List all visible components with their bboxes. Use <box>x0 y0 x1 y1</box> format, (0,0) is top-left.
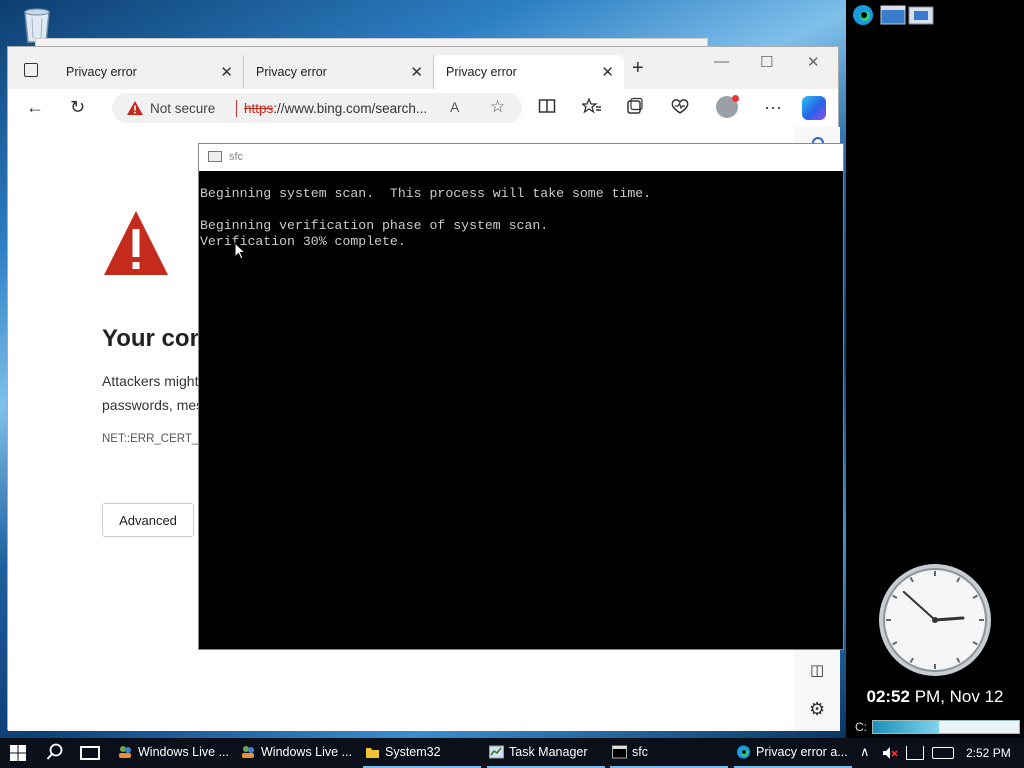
console-icon <box>208 151 222 162</box>
minimize-button[interactable]: — <box>714 53 729 70</box>
favorite-star-icon[interactable]: ☆ <box>490 97 505 117</box>
back-button[interactable]: ← <box>26 97 44 117</box>
edge-icon <box>737 745 750 759</box>
drive-meter-fill <box>873 721 939 733</box>
desktop-window-icon[interactable] <box>880 4 906 26</box>
browser-essentials-icon[interactable] <box>670 97 690 115</box>
chevron-up-icon[interactable]: ∧ <box>860 744 870 760</box>
console-line: Verification 30% complete. <box>200 234 406 249</box>
console-line: Beginning system scan. This process will… <box>200 186 652 201</box>
window-close-button[interactable]: ✕ <box>807 53 820 71</box>
tab-privacy-error-2[interactable]: Privacy error ✕ <box>244 55 434 89</box>
taskbar-item-privacy-error[interactable]: Privacy error a... <box>734 738 852 768</box>
tab-label: Privacy error <box>256 65 327 79</box>
url-text[interactable]: https://www.bing.com/search... <box>244 101 427 116</box>
gear-icon[interactable]: ⚙ <box>809 699 825 720</box>
taskbar-item-windows-live-2[interactable]: Windows Live ... <box>239 738 359 768</box>
maximize-button[interactable]: ☐ <box>760 53 773 71</box>
switch-windows-icon[interactable] <box>908 4 934 26</box>
taskbar: Windows Live ... Windows Live ... System… <box>0 738 1024 768</box>
clock-hour-hand <box>933 616 965 622</box>
refresh-button[interactable]: ↻ <box>70 97 85 117</box>
sidebar-toggle-icon[interactable]: ◫ <box>810 661 824 679</box>
taskbar-item-label: Privacy error a... <box>756 745 848 759</box>
new-tab-button[interactable]: + <box>632 57 644 80</box>
address-divider <box>236 100 237 117</box>
search-icon[interactable] <box>46 743 64 761</box>
clock-gadget <box>879 564 991 676</box>
drive-meter-label: C: <box>855 720 867 734</box>
taskbar-item-label: Windows Live ... <box>138 745 230 759</box>
folder-icon <box>366 748 379 758</box>
taskbar-item-label: sfc <box>632 745 648 759</box>
console-output[interactable]: Beginning system scan. This process will… <box>200 186 651 250</box>
tab-privacy-error-active[interactable]: Privacy error ✕ <box>434 55 624 89</box>
taskbar-item-task-manager[interactable]: Task Manager <box>487 738 605 768</box>
tab-privacy-error-1[interactable]: Privacy error ✕ <box>54 55 244 89</box>
profile-notification-dot <box>732 95 739 102</box>
tab-strip: Privacy error ✕ Privacy error ✕ Privacy … <box>8 47 838 89</box>
task-manager-icon <box>489 745 504 759</box>
read-aloud-icon[interactable]: A <box>450 99 459 115</box>
error-warning-icon <box>104 211 168 275</box>
network-icon[interactable] <box>906 746 924 760</box>
taskbar-item-system32[interactable]: System32 <box>363 738 481 768</box>
tab-label: Privacy error <box>66 65 137 79</box>
console-window[interactable]: sfc Beginning system scan. This process … <box>198 143 844 650</box>
edge-icon[interactable] <box>850 4 876 26</box>
console-line: Beginning verification phase of system s… <box>200 218 549 233</box>
people-icon <box>119 746 131 758</box>
windows-start-icon[interactable] <box>10 745 26 761</box>
mouse-cursor-icon <box>234 242 246 260</box>
task-view-icon[interactable] <box>80 746 100 760</box>
url-path: ://www.bing.com/search... <box>273 101 428 116</box>
browser-toolbar: ← ↻ Not secure https://www.bing.com/sear… <box>8 89 838 127</box>
taskbar-item-windows-live-1[interactable]: Windows Live ... <box>116 738 234 768</box>
error-description-line-2: passwords, mes <box>102 397 204 413</box>
error-description-line-1: Attackers might <box>102 373 199 389</box>
clock-time-rest: PM, Nov 12 <box>909 687 1004 706</box>
more-menu-button[interactable]: ··· <box>764 97 782 117</box>
taskbar-item-label: Task Manager <box>509 745 588 759</box>
console-title: sfc <box>229 151 244 163</box>
not-secure-label[interactable]: Not secure <box>150 101 215 116</box>
close-icon[interactable]: ✕ <box>410 63 423 81</box>
tab-actions-icon[interactable] <box>24 63 38 77</box>
tab-label: Privacy error <box>446 65 517 79</box>
favorites-icon[interactable] <box>582 97 602 115</box>
close-icon[interactable]: ✕ <box>601 63 614 81</box>
console-icon <box>612 745 627 759</box>
close-icon[interactable]: ✕ <box>220 63 233 81</box>
volume-muted-icon[interactable] <box>882 745 898 761</box>
url-scheme: https <box>244 101 274 116</box>
taskbar-item-label: Windows Live ... <box>261 745 353 759</box>
copilot-icon[interactable] <box>802 96 826 120</box>
split-screen-icon[interactable] <box>538 97 556 115</box>
advanced-button[interactable]: Advanced <box>102 503 194 537</box>
drive-meter-bar <box>872 720 1020 734</box>
console-titlebar[interactable]: sfc <box>199 144 843 171</box>
keyboard-icon[interactable] <box>932 747 954 759</box>
taskbar-item-label: System32 <box>385 745 441 759</box>
taskbar-item-sfc[interactable]: sfc <box>610 738 728 768</box>
people-icon <box>242 746 254 758</box>
error-title: Your con <box>102 325 205 352</box>
clock-date-text: 02:52 PM, Nov 12 <box>846 687 1024 707</box>
collections-icon[interactable] <box>626 97 644 115</box>
address-bar[interactable]: Not secure https://www.bing.com/search..… <box>112 93 522 123</box>
clock-time-hours: 02:52 <box>866 687 910 706</box>
warning-icon[interactable] <box>126 100 144 116</box>
taskbar-clock[interactable]: 2:52 PM <box>966 746 1011 760</box>
